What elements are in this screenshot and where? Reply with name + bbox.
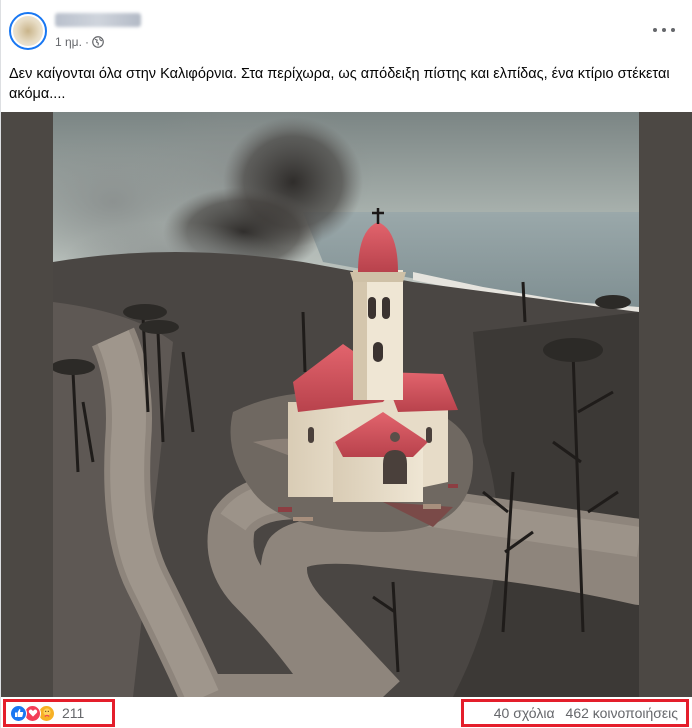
church-fire-photo xyxy=(53,112,639,697)
post-text: Δεν καίγονται όλα στην Καλιφόρνια. Στα π… xyxy=(9,66,670,102)
facebook-post: 1 ημ. · Δεν καίγονται όλα στην Καλιφόρνι… xyxy=(0,0,692,728)
author-name-blurred[interactable] xyxy=(55,13,141,27)
shares-count-link[interactable]: 462 κοινοποιήσεις xyxy=(566,705,678,721)
globe-icon[interactable] xyxy=(92,36,104,48)
comments-count-link[interactable]: 40 σχόλια xyxy=(494,705,555,721)
like-icon xyxy=(10,704,27,722)
meta-separator: · xyxy=(84,35,89,49)
more-options-icon[interactable] xyxy=(653,22,675,38)
post-header: 1 ημ. · xyxy=(1,0,692,58)
engagement-stats: 40 σχόλια 462 κοινοποιήσεις xyxy=(461,699,689,727)
post-timestamp[interactable]: 1 ημ. xyxy=(55,35,82,49)
reactions-summary[interactable]: 211 xyxy=(3,699,115,727)
post-footer: 211 40 σχόλια 462 κοινοποιήσεις xyxy=(1,697,692,728)
post-meta: 1 ημ. · xyxy=(55,35,104,49)
post-media[interactable] xyxy=(1,112,692,697)
author-avatar[interactable] xyxy=(9,12,47,50)
reaction-count: 211 xyxy=(62,705,85,721)
post-photo xyxy=(53,112,639,697)
avatar-image xyxy=(13,16,43,46)
